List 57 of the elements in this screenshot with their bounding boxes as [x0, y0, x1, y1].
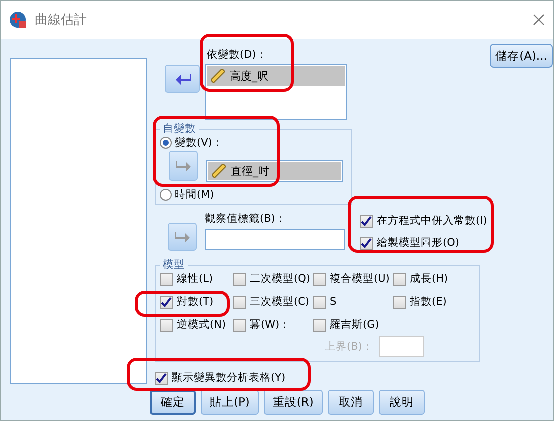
checkbox[interactable]: [360, 236, 373, 250]
checkbox-label: 顯示變異數分析表格(Y): [172, 371, 286, 385]
save-button[interactable]: 儲存(A)...: [490, 44, 553, 68]
app-icon: [9, 11, 27, 29]
checkbox[interactable]: [233, 296, 246, 308]
checkbox[interactable]: [313, 272, 326, 286]
variable-list[interactable]: [10, 58, 147, 384]
checkbox-label: 對數(T): [177, 295, 214, 309]
dialog-button[interactable]: 確定: [150, 390, 196, 415]
checkbox-label: 羅吉斯(G): [330, 318, 380, 332]
close-icon[interactable]: [533, 14, 545, 26]
ruler-icon: [212, 164, 226, 178]
checkbox-label: 冪(W)：: [250, 318, 291, 332]
checkbox[interactable]: [160, 318, 173, 332]
checkbox[interactable]: [313, 318, 326, 332]
left-arrow-icon: [174, 73, 190, 85]
radio-button[interactable]: [160, 189, 172, 201]
checkbox[interactable]: [233, 272, 246, 286]
dialog-button[interactable]: 重設(R): [264, 390, 323, 415]
radio-button[interactable]: [160, 137, 172, 149]
dialog-button[interactable]: 說明: [378, 390, 425, 415]
group-title: 自變數: [162, 122, 197, 136]
dialog-button[interactable]: 取消: [328, 390, 374, 415]
checkbox-label: 三次模型(C): [250, 295, 310, 309]
checkbox-label: 逆模式(N): [177, 318, 226, 332]
radio-label: 時間(M): [175, 188, 214, 202]
group-title: 模型: [162, 258, 186, 272]
radio-label: 變數(V)：: [175, 136, 224, 150]
checkbox-label: 指數(E): [410, 295, 447, 309]
checkbox-label: 二次模型(Q): [250, 272, 310, 286]
move-button[interactable]: [165, 65, 200, 93]
window-title: 曲線估計: [35, 12, 88, 29]
dialog-button[interactable]: 貼上(P): [201, 390, 259, 415]
field-label: 觀察值標籤(B)：: [205, 212, 288, 226]
right-arrow-icon: [174, 231, 190, 243]
case-label-field[interactable]: [205, 229, 345, 250]
checkbox-label: 線性(L): [177, 272, 214, 286]
dependent-list[interactable]: 高度_呎: [205, 64, 347, 120]
checkbox[interactable]: [160, 296, 173, 308]
checkbox[interactable]: [313, 296, 326, 308]
checkbox[interactable]: [393, 272, 406, 286]
ruler-icon: [211, 69, 225, 83]
checkbox[interactable]: [360, 214, 373, 228]
checkbox[interactable]: [155, 372, 168, 384]
checkbox-label: 複合模型(U): [330, 272, 390, 286]
checkbox[interactable]: [233, 318, 246, 332]
move-button[interactable]: [168, 223, 197, 251]
checkbox-label: 成長(H): [410, 272, 448, 286]
checkbox-label: 繪製模型圖形(O): [377, 236, 460, 250]
right-arrow-icon: [176, 160, 192, 172]
list-item[interactable]: 高度_呎: [207, 66, 345, 86]
field-label: 依變數(D)：: [207, 48, 268, 62]
field-label: 上界(B)：: [325, 340, 374, 354]
checkbox-label: S: [330, 296, 337, 308]
checkbox[interactable]: [160, 272, 173, 286]
checkbox-label: 在方程式中併入常數(I): [377, 214, 488, 228]
checkbox[interactable]: [393, 296, 406, 308]
